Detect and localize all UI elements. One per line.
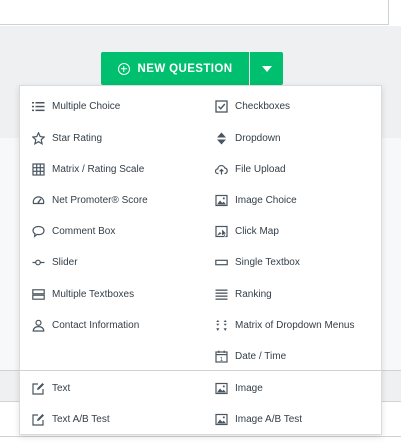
menu-item-net-promoter-score[interactable]: Net Promoter® Score [32, 189, 148, 211]
menu-item-file-upload[interactable]: File Upload [215, 158, 286, 180]
menu-item-label: Image [235, 382, 263, 394]
menu-item-image-choice[interactable]: Image Choice [215, 189, 297, 211]
previous-question-card [0, 0, 389, 25]
menu-item-comment-box[interactable]: Comment Box [32, 220, 115, 242]
svg-text:1: 1 [220, 356, 224, 362]
multiple-textboxes-icon [32, 288, 45, 301]
menu-item-label: Click Map [235, 225, 279, 237]
menu-item-label: Slider [52, 256, 78, 268]
checkbox-icon [215, 99, 228, 113]
menu-item-checkboxes[interactable]: Checkboxes [215, 95, 290, 117]
person-icon [32, 319, 45, 332]
menu-item-label: Date / Time [235, 350, 287, 362]
new-question-button[interactable]: NEW QUESTION [101, 52, 249, 85]
image-icon [215, 382, 228, 395]
menu-item-label: Matrix of Dropdown Menus [235, 319, 355, 331]
menu-item-label: Comment Box [52, 225, 116, 237]
menu-item-label: Single Textbox [235, 256, 300, 268]
new-question-dropdown-toggle[interactable] [250, 52, 283, 85]
plus-circle-icon [117, 62, 130, 75]
menu-item-dropdown[interactable]: Dropdown [215, 127, 281, 149]
menu-item-matrix-of-dropdown-menus[interactable]: Matrix of Dropdown Menus [215, 314, 355, 336]
menu-item-label: Star Rating [52, 132, 103, 144]
menu-item-matrix-rating-scale[interactable]: Matrix / Rating Scale [32, 158, 144, 180]
menu-item-single-textbox[interactable]: Single Textbox [215, 251, 300, 273]
menu-item-star-rating[interactable]: Star Rating [32, 127, 102, 149]
menu-divider [20, 370, 381, 371]
calendar-icon: 1 [215, 350, 228, 363]
menu-item-label: Contact Information [52, 319, 140, 331]
menu-item-date-time[interactable]: 1 Date / Time [215, 345, 286, 367]
menu-item-text-ab-test[interactable]: Text A/B Test [32, 408, 110, 430]
image-icon [215, 413, 228, 426]
menu-item-multiple-textboxes[interactable]: Multiple Textboxes [32, 283, 134, 305]
menu-item-slider[interactable]: Slider [32, 251, 78, 273]
menu-item-label: Dropdown [235, 132, 281, 144]
menu-item-label: Text A/B Test [52, 413, 110, 425]
menu-item-image[interactable]: Image [215, 377, 263, 399]
image-icon [215, 194, 228, 207]
grid-icon [32, 162, 45, 176]
menu-item-label: Image A/B Test [235, 413, 303, 425]
menu-item-label: Image Choice [235, 194, 297, 206]
gauge-icon [32, 194, 45, 207]
edit-icon [32, 413, 45, 426]
star-icon [32, 131, 45, 145]
menu-item-label: Text [52, 382, 71, 394]
cloud-upload-icon [215, 163, 228, 176]
edit-icon [32, 382, 45, 395]
menu-item-ranking[interactable]: Ranking [215, 283, 272, 305]
menu-item-click-map[interactable]: Click Map [215, 220, 279, 242]
menu-item-label: Matrix / Rating Scale [52, 163, 145, 175]
menu-item-label: Ranking [235, 288, 272, 300]
caret-down-icon [261, 65, 272, 72]
speech-bubble-icon [32, 225, 45, 238]
menu-item-label: Net Promoter® Score [52, 194, 148, 206]
menu-item-label: File Upload [235, 163, 286, 175]
divider [0, 436, 401, 437]
menu-item-contact-information[interactable]: Contact Information [32, 314, 139, 336]
list-icon [32, 100, 45, 113]
textbox-icon [215, 256, 228, 269]
menu-item-label: Checkboxes [235, 100, 291, 112]
menu-item-multiple-choice[interactable]: Multiple Choice [32, 95, 120, 117]
matrix-dropdown-icon [215, 319, 228, 332]
dropdown-arrows-icon [215, 132, 228, 145]
new-question-label: NEW QUESTION [137, 62, 233, 75]
menu-item-label: Multiple Choice [52, 100, 121, 112]
menu-item-label: Multiple Textboxes [52, 288, 135, 300]
menu-item-image-ab-test[interactable]: Image A/B Test [215, 408, 302, 430]
menu-item-text[interactable]: Text [32, 377, 70, 399]
click-map-icon [215, 225, 228, 238]
ranking-lines-icon [215, 288, 228, 301]
slider-icon [32, 256, 45, 269]
question-type-menu: Multiple Choice Checkboxes Star Rating D… [19, 85, 382, 435]
